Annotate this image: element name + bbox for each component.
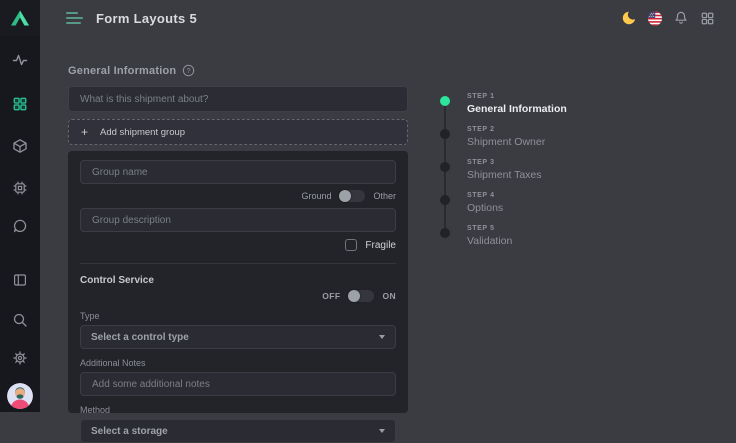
- shipment-about-input[interactable]: [68, 86, 408, 112]
- search-icon: [12, 312, 28, 328]
- layout-grid-icon: [12, 96, 28, 112]
- chevron-down-icon: [379, 335, 385, 339]
- sidebar-item-panel-toggle[interactable]: [0, 265, 40, 295]
- add-shipment-group-button[interactable]: + Add shipment group: [68, 119, 408, 145]
- section-header: General Information ?: [68, 64, 408, 77]
- step-label: STEP 5: [467, 225, 512, 232]
- step-label: STEP 1: [467, 93, 567, 100]
- main-content: General Information ? + Add shipment gro…: [40, 36, 736, 412]
- form-column: General Information ? + Add shipment gro…: [68, 36, 408, 413]
- chevron-down-icon: [379, 429, 385, 433]
- page-title: Form Layouts 5: [96, 11, 197, 26]
- method-label: Method: [80, 405, 396, 415]
- fragile-checkbox[interactable]: [345, 239, 357, 251]
- off-on-toggle[interactable]: [348, 290, 374, 302]
- toggle-knob: [339, 190, 351, 202]
- storage-method-select[interactable]: Select a storage: [80, 419, 396, 443]
- step-item-4[interactable]: STEP 4 Options: [440, 192, 610, 225]
- shipment-group-card: Ground Other Fragile Control Service OFF…: [68, 151, 408, 413]
- sidebar-item-layouts[interactable]: [0, 89, 40, 119]
- step-label: STEP 4: [467, 192, 503, 199]
- sidebar-item-settings[interactable]: [0, 343, 40, 373]
- panel-icon: [12, 272, 28, 288]
- step-label: STEP 3: [467, 159, 542, 166]
- step-item-2[interactable]: STEP 2 Shipment Owner: [440, 126, 610, 159]
- question-circle-icon[interactable]: ?: [182, 64, 195, 77]
- brand-triangle-icon: [10, 9, 30, 27]
- sidebar-item-hardware[interactable]: [0, 173, 40, 203]
- add-shipment-group-label: Add shipment group: [100, 127, 185, 138]
- menu-icon[interactable]: [66, 12, 83, 24]
- step-label: STEP 2: [467, 126, 545, 133]
- settings-gear-icon: [12, 350, 28, 366]
- chat-icon: [12, 218, 28, 234]
- sidebar-item-messages[interactable]: [0, 211, 40, 241]
- app-root: { "header": { "title": "Form Layouts 5",…: [0, 0, 736, 412]
- step-dot[interactable]: [440, 162, 450, 172]
- section-title: General Information: [68, 65, 176, 77]
- apps-grid-icon[interactable]: [699, 10, 715, 26]
- sidebar-item-search[interactable]: [0, 305, 40, 335]
- ground-other-toggle[interactable]: [339, 190, 365, 202]
- step-item-1[interactable]: STEP 1 General Information: [440, 93, 610, 126]
- svg-text:?: ?: [187, 68, 191, 75]
- sidebar-item-components[interactable]: [0, 131, 40, 161]
- step-dot[interactable]: [440, 195, 450, 205]
- control-type-select[interactable]: Select a control type: [80, 325, 396, 349]
- step-title: Options: [467, 202, 503, 214]
- step-title: Shipment Taxes: [467, 169, 542, 181]
- chip-icon: [12, 180, 28, 196]
- wizard-stepper: STEP 1 General Information STEP 2 Shipme…: [440, 93, 610, 258]
- step-dot[interactable]: [440, 129, 450, 139]
- additional-notes-input[interactable]: [80, 372, 396, 396]
- step-title: Shipment Owner: [467, 136, 545, 148]
- brand-logo[interactable]: [0, 0, 40, 36]
- toggle-knob: [348, 290, 360, 302]
- storage-method-value: Select a storage: [91, 426, 168, 437]
- on-label: ON: [382, 291, 396, 301]
- group-description-input[interactable]: [80, 208, 396, 232]
- card-divider: [80, 263, 396, 264]
- top-header: Form Layouts 5: [40, 0, 736, 36]
- step-title: General Information: [467, 103, 567, 115]
- plus-icon: +: [81, 126, 88, 138]
- user-avatar[interactable]: [7, 383, 33, 409]
- control-service-title: Control Service: [80, 275, 396, 286]
- step-dot[interactable]: [440, 96, 450, 106]
- group-name-input[interactable]: [80, 160, 396, 184]
- header-actions: [621, 10, 736, 26]
- notifications-bell-icon[interactable]: [673, 10, 689, 26]
- type-label: Type: [80, 311, 396, 321]
- theme-moon-icon[interactable]: [621, 10, 637, 26]
- control-type-value: Select a control type: [91, 332, 189, 343]
- ground-other-toggle-row: Ground Other: [80, 189, 396, 202]
- step-item-3[interactable]: STEP 3 Shipment Taxes: [440, 159, 610, 192]
- step-dot[interactable]: [440, 228, 450, 238]
- additional-notes-label: Additional Notes: [80, 358, 396, 368]
- off-label: OFF: [322, 291, 340, 301]
- other-label: Other: [373, 191, 396, 201]
- language-flag-icon[interactable]: [647, 10, 663, 26]
- sidebar: [0, 0, 40, 412]
- step-item-5[interactable]: STEP 5 Validation: [440, 225, 610, 258]
- fragile-label: Fragile: [365, 240, 396, 251]
- fragile-row: Fragile: [80, 238, 396, 252]
- off-on-toggle-row: OFF ON: [80, 289, 396, 302]
- sidebar-item-dashboard[interactable]: [0, 45, 40, 75]
- cube-icon: [12, 138, 28, 154]
- ground-label: Ground: [301, 191, 331, 201]
- activity-icon: [12, 52, 28, 68]
- step-title: Validation: [467, 235, 512, 247]
